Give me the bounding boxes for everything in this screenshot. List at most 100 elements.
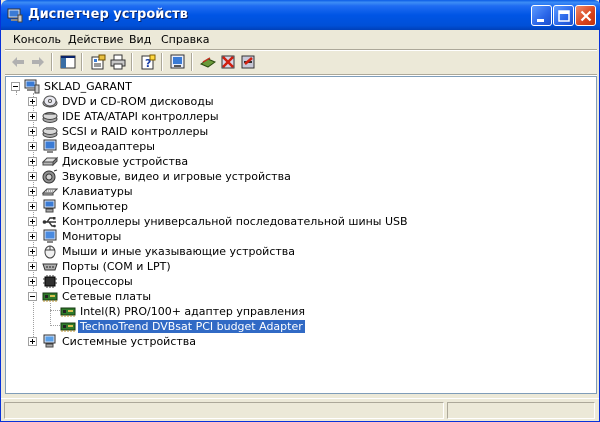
- disable-device-button[interactable]: [239, 53, 257, 71]
- tree-category[interactable]: Системные устройства: [6, 334, 306, 349]
- menu-console[interactable]: Консоль: [13, 33, 61, 46]
- disable-device-icon: [241, 55, 255, 69]
- display-adapter-icon: [43, 139, 57, 153]
- expand-toggle[interactable]: [28, 232, 37, 241]
- tree-category[interactable]: Клавиатуры: [6, 184, 306, 199]
- ide-controller-icon: [42, 112, 58, 123]
- toolbar-separator: [131, 53, 133, 71]
- menu-help[interactable]: Справка: [161, 33, 209, 46]
- properties-button[interactable]: [89, 53, 107, 71]
- expand-toggle[interactable]: [28, 112, 37, 121]
- update-driver-button[interactable]: [199, 53, 217, 71]
- forward-arrow-icon: [32, 57, 44, 67]
- tree-category-label: Сетевые платы: [62, 290, 152, 303]
- network-card-icon: [60, 322, 76, 332]
- minimize-button[interactable]: [531, 5, 552, 26]
- expand-toggle[interactable]: [28, 262, 37, 271]
- close-button[interactable]: [575, 5, 596, 26]
- toolbar-separator: [191, 53, 193, 71]
- scan-hardware-button[interactable]: [169, 53, 187, 71]
- tree-category-label: DVD и CD-ROM дисководы: [62, 95, 214, 108]
- back-arrow-icon: [12, 57, 24, 67]
- monitor-icon: [43, 229, 57, 243]
- expand-toggle[interactable]: [28, 127, 37, 136]
- title-bar[interactable]: Диспетчер устройств: [1, 0, 600, 30]
- tree-category-label: Системные устройства: [62, 335, 196, 348]
- sound-icon: [42, 169, 58, 184]
- processor-icon: [43, 275, 57, 288]
- usb-icon: [42, 217, 56, 228]
- expand-toggle[interactable]: [28, 187, 37, 196]
- print-button[interactable]: [109, 53, 127, 71]
- expand-toggle[interactable]: [28, 217, 37, 226]
- print-icon: [110, 54, 126, 70]
- properties-icon: [91, 54, 106, 70]
- forward-button[interactable]: [29, 53, 47, 71]
- tree-category[interactable]: Контроллеры универсальной последовательн…: [6, 214, 408, 229]
- cdrom-icon: [42, 95, 58, 108]
- uninstall-button[interactable]: [219, 53, 237, 71]
- tree-category[interactable]: Сетевые платы: [6, 289, 306, 304]
- toolbar-separator: [161, 53, 163, 71]
- uninstall-icon: [221, 55, 235, 69]
- expand-toggle[interactable]: [28, 142, 37, 151]
- expand-toggle[interactable]: [28, 277, 37, 286]
- tree-category[interactable]: Порты (COM и LPT): [6, 259, 306, 274]
- tree-category-label: Видеоадаптеры: [62, 140, 155, 153]
- tree-device-label: TechnoTrend DVBsat PCI budget Adapter: [77, 319, 306, 334]
- tree-category-label: Порты (COM и LPT): [62, 260, 171, 273]
- tree-category[interactable]: SCSI и RAID контроллеры: [6, 124, 306, 139]
- computer-icon: [43, 199, 56, 213]
- tree-root-label: SKLAD_GARANT: [44, 80, 132, 93]
- tree-category[interactable]: Видеоадаптеры: [6, 139, 306, 154]
- tree-category-label: Компьютер: [62, 200, 128, 213]
- toolbar-separator: [81, 53, 83, 71]
- window-title: Диспетчер устройств: [28, 7, 188, 22]
- menu-view[interactable]: Вид: [129, 33, 151, 46]
- tree-device-selected[interactable]: TechnoTrend DVBsat PCI budget Adapter: [6, 319, 326, 334]
- back-button[interactable]: [9, 53, 27, 71]
- menu-action[interactable]: Действие: [68, 33, 123, 46]
- tree-category-label: Контроллеры универсальной последовательн…: [62, 215, 408, 228]
- expand-toggle[interactable]: [28, 97, 37, 106]
- expand-toggle[interactable]: [28, 202, 37, 211]
- computer-icon: [24, 79, 40, 94]
- tree-category[interactable]: IDE ATA/ATAPI контроллеры: [6, 109, 306, 124]
- tree-category[interactable]: Звуковые, видео и игровые устройства: [6, 169, 306, 184]
- toolbar: ?: [5, 51, 597, 74]
- expand-toggle[interactable]: [28, 247, 37, 256]
- expand-toggle[interactable]: [28, 172, 37, 181]
- network-card-icon: [42, 292, 58, 302]
- tree-device[interactable]: Intel(R) PRO/100+ адаптер управления: [6, 304, 326, 319]
- tree-category-label: Процессоры: [62, 275, 133, 288]
- maximize-button[interactable]: [553, 5, 574, 26]
- device-tree[interactable]: SKLAD_GARANT DVD и CD-ROM дисководы IDE …: [5, 76, 597, 394]
- expand-toggle[interactable]: [28, 157, 37, 166]
- tree-category[interactable]: Процессоры: [6, 274, 306, 289]
- show-hide-tree-button[interactable]: [59, 53, 77, 71]
- status-bar: [1, 398, 599, 421]
- collapse-toggle[interactable]: [11, 82, 20, 91]
- status-pane: [4, 402, 444, 419]
- help-button[interactable]: ?: [139, 53, 157, 71]
- collapse-toggle[interactable]: [28, 292, 37, 301]
- port-icon: [42, 263, 58, 271]
- tree-category-label: Дисковые устройства: [62, 155, 189, 168]
- console-tree-icon: [60, 55, 76, 69]
- maximize-icon: [558, 10, 570, 22]
- tree-category[interactable]: Компьютер: [6, 199, 306, 214]
- menu-bar: Консоль Действие Вид Справка: [5, 30, 597, 49]
- tree-category[interactable]: Дисковые устройства: [6, 154, 306, 169]
- network-card-icon: [60, 307, 76, 317]
- tree-category-label: SCSI и RAID контроллеры: [62, 125, 209, 138]
- tree-category[interactable]: DVD и CD-ROM дисководы: [6, 94, 306, 109]
- tree-category-label: Мыши и иные указывающие устройства: [62, 245, 296, 258]
- tree-category[interactable]: Мыши и иные указывающие устройства: [6, 244, 306, 259]
- expand-toggle[interactable]: [28, 337, 37, 346]
- close-icon: [580, 10, 592, 22]
- tree-device-label: Intel(R) PRO/100+ адаптер управления: [80, 305, 306, 318]
- tree-root[interactable]: SKLAD_GARANT: [6, 79, 206, 94]
- tree-category-label: Мониторы: [62, 230, 122, 243]
- tree-category[interactable]: Мониторы: [6, 229, 306, 244]
- tree-category-label: Звуковые, видео и игровые устройства: [62, 170, 291, 183]
